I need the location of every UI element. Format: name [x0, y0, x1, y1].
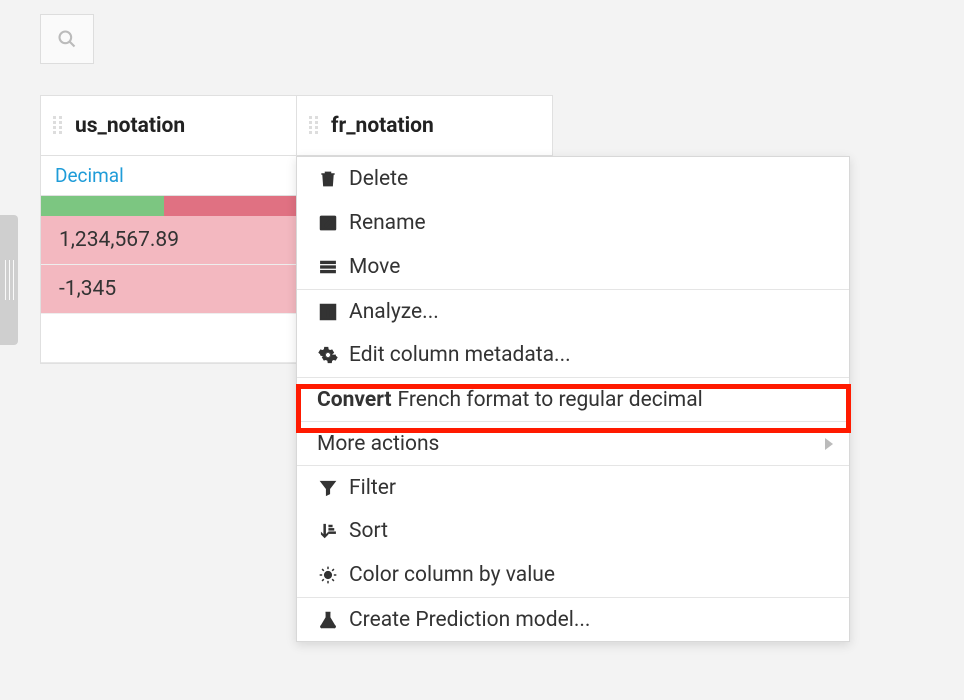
search-box[interactable]	[40, 14, 94, 64]
edit-icon	[317, 212, 339, 234]
menu-label-bold: Convert	[317, 388, 392, 412]
menu-delete[interactable]: Delete	[297, 157, 849, 201]
column-name-label: fr_notation	[331, 114, 434, 138]
gear-icon	[317, 344, 339, 366]
menu-color-column[interactable]: Color column by value	[297, 553, 849, 597]
sort-icon	[317, 520, 339, 542]
flask-icon	[317, 609, 339, 631]
menu-more-actions[interactable]: More actions	[297, 421, 849, 465]
menu-label: Delete	[349, 167, 408, 191]
menu-label: Edit column metadata...	[349, 343, 571, 367]
menu-label-rest: French format to regular decimal	[398, 388, 703, 412]
analyze-icon	[317, 301, 339, 323]
drag-handle-icon	[309, 116, 321, 136]
menu-label: Analyze...	[349, 300, 439, 324]
filter-icon	[317, 477, 339, 499]
drag-handle-icon	[53, 116, 65, 136]
menu-label: Color column by value	[349, 563, 555, 587]
menu-edit-metadata[interactable]: Edit column metadata...	[297, 333, 849, 377]
side-panel-handle[interactable]	[0, 215, 18, 345]
column-type-label: Decimal	[55, 164, 124, 187]
grip-icon	[5, 260, 14, 300]
menu-label: Sort	[349, 519, 388, 543]
menu-analyze[interactable]: Analyze...	[297, 289, 849, 333]
column-header-fr-notation[interactable]: fr_notation	[297, 96, 552, 156]
menu-label: More actions	[317, 432, 439, 456]
move-icon	[317, 256, 339, 278]
valid-bar	[41, 196, 164, 216]
menu-label: Move	[349, 255, 400, 279]
column-header-us-notation[interactable]: us_notation	[41, 96, 297, 156]
menu-create-prediction[interactable]: Create Prediction model...	[297, 597, 849, 641]
column-name-label: us_notation	[75, 114, 185, 138]
menu-convert-french-format[interactable]: Convert French format to regular decimal	[297, 377, 849, 421]
menu-filter[interactable]: Filter	[297, 465, 849, 509]
menu-label: Create Prediction model...	[349, 608, 590, 632]
menu-sort[interactable]: Sort	[297, 509, 849, 553]
menu-label: Rename	[349, 211, 426, 235]
trash-icon	[317, 168, 339, 190]
chevron-right-icon	[825, 438, 833, 450]
menu-move[interactable]: Move	[297, 245, 849, 289]
column-context-menu: Delete Rename Move Analyze... Edit colum…	[296, 156, 850, 642]
menu-label: Filter	[349, 476, 396, 500]
search-icon	[57, 29, 77, 49]
menu-rename[interactable]: Rename	[297, 201, 849, 245]
sun-icon	[317, 564, 339, 586]
